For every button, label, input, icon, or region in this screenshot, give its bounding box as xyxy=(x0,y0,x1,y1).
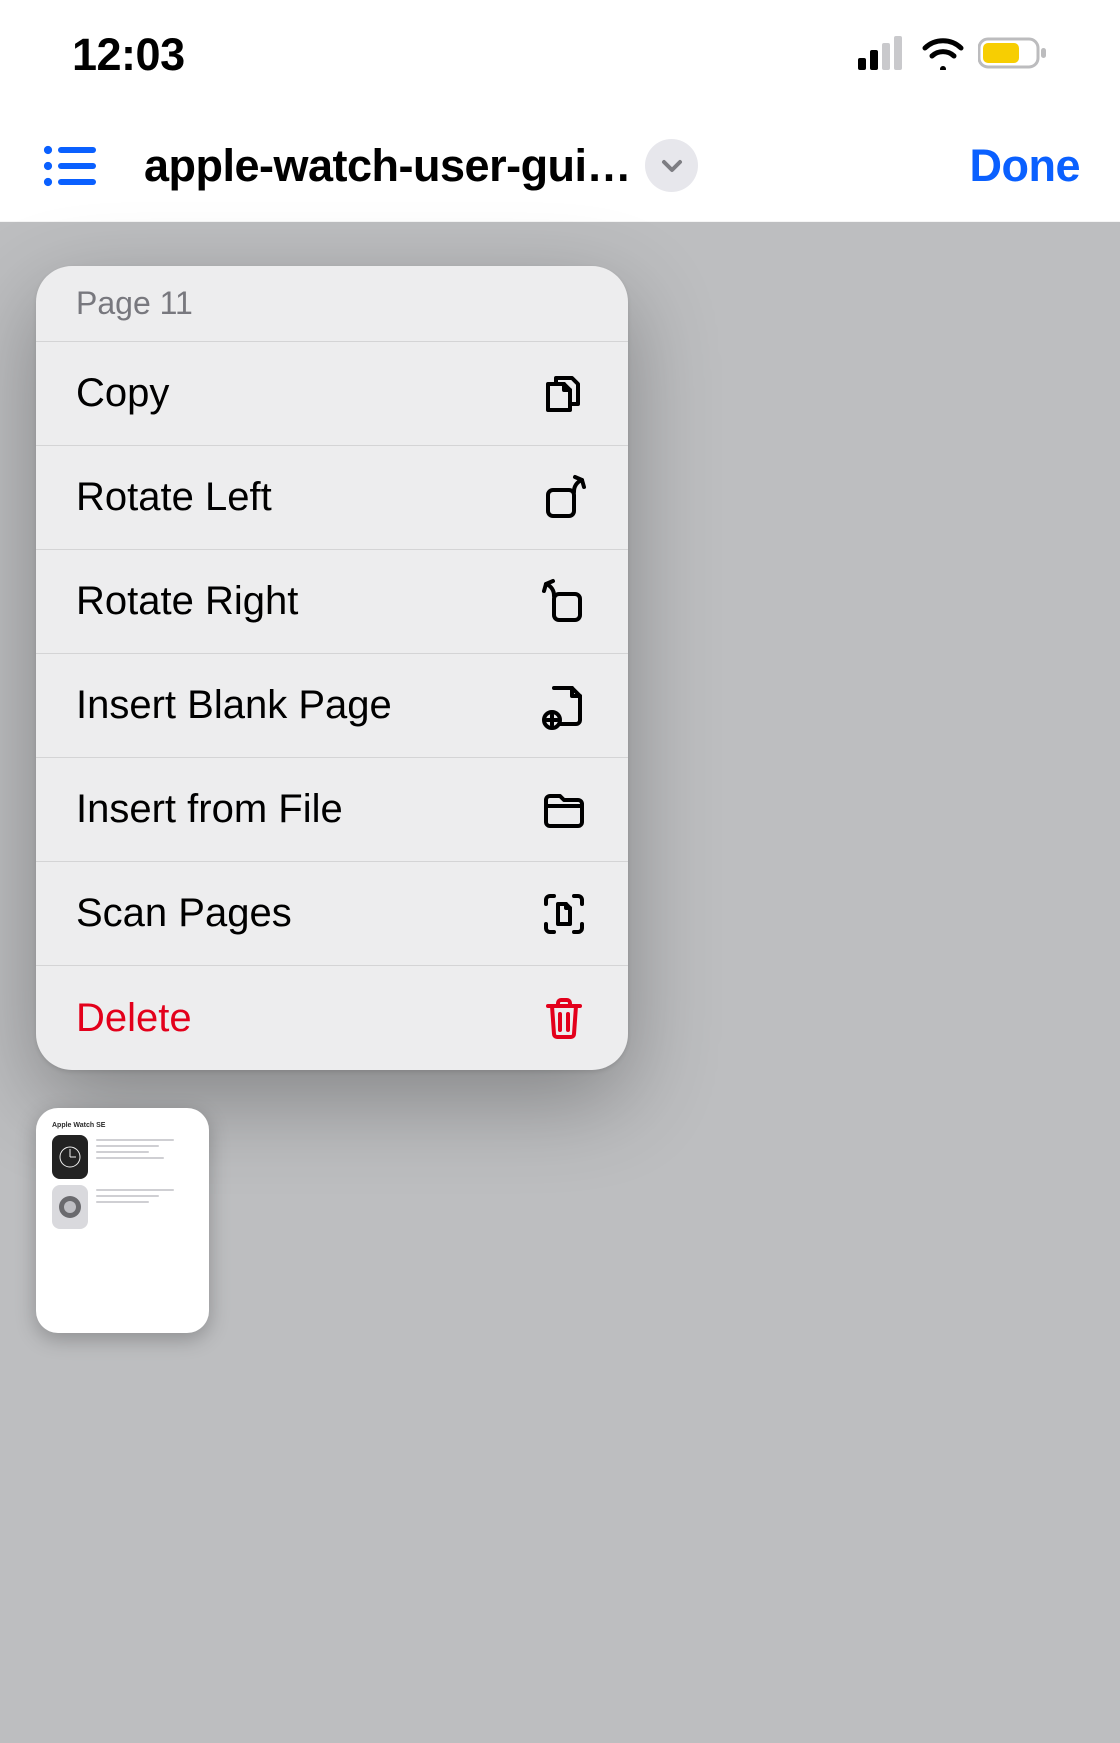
rotate-left-icon xyxy=(540,474,588,522)
battery-icon xyxy=(978,36,1048,75)
thumbnail-watch-back xyxy=(52,1185,88,1229)
outline-button[interactable] xyxy=(42,139,96,193)
menu-item-label: Insert from File xyxy=(76,787,343,832)
title-dropdown-button[interactable] xyxy=(645,139,698,192)
document-title: apple-watch-user-gui… xyxy=(144,140,631,192)
page-context-menu: Page 11 Copy Rotate Left xyxy=(36,266,628,1070)
trash-icon xyxy=(540,994,588,1042)
content-area: Page 11 Copy Rotate Left xyxy=(0,222,1120,1743)
menu-item-scan-pages[interactable]: Scan Pages xyxy=(36,862,628,966)
menu-header: Page 11 xyxy=(36,266,628,342)
menu-item-rotate-right[interactable]: Rotate Right xyxy=(36,550,628,654)
scan-icon xyxy=(540,890,588,938)
menu-item-rotate-left[interactable]: Rotate Left xyxy=(36,446,628,550)
status-icons xyxy=(858,36,1048,75)
menu-item-label: Rotate Right xyxy=(76,579,298,624)
folder-icon xyxy=(540,786,588,834)
thumbnail-watch-front xyxy=(52,1135,88,1179)
menu-item-label: Rotate Left xyxy=(76,475,272,520)
insert-blank-page-icon xyxy=(540,682,588,730)
rotate-right-icon xyxy=(540,578,588,626)
done-button[interactable]: Done xyxy=(970,140,1081,192)
cellular-signal-icon xyxy=(858,36,908,75)
status-time: 12:03 xyxy=(72,29,185,81)
menu-item-insert-from-file[interactable]: Insert from File xyxy=(36,758,628,862)
wifi-icon xyxy=(920,36,966,75)
menu-item-label: Insert Blank Page xyxy=(76,683,392,728)
menu-item-copy[interactable]: Copy xyxy=(36,342,628,446)
thumbnail-title: Apple Watch SE xyxy=(52,1122,193,1129)
menu-item-label: Delete xyxy=(76,996,192,1041)
nav-bar: apple-watch-user-gui… Done xyxy=(0,110,1120,222)
copy-icon xyxy=(540,370,588,418)
menu-item-delete[interactable]: Delete xyxy=(36,966,628,1070)
menu-item-insert-blank-page[interactable]: Insert Blank Page xyxy=(36,654,628,758)
status-bar: 12:03 xyxy=(0,0,1120,110)
menu-item-label: Copy xyxy=(76,371,169,416)
menu-item-label: Scan Pages xyxy=(76,891,292,936)
page-thumbnail[interactable]: Apple Watch SE xyxy=(36,1108,209,1333)
